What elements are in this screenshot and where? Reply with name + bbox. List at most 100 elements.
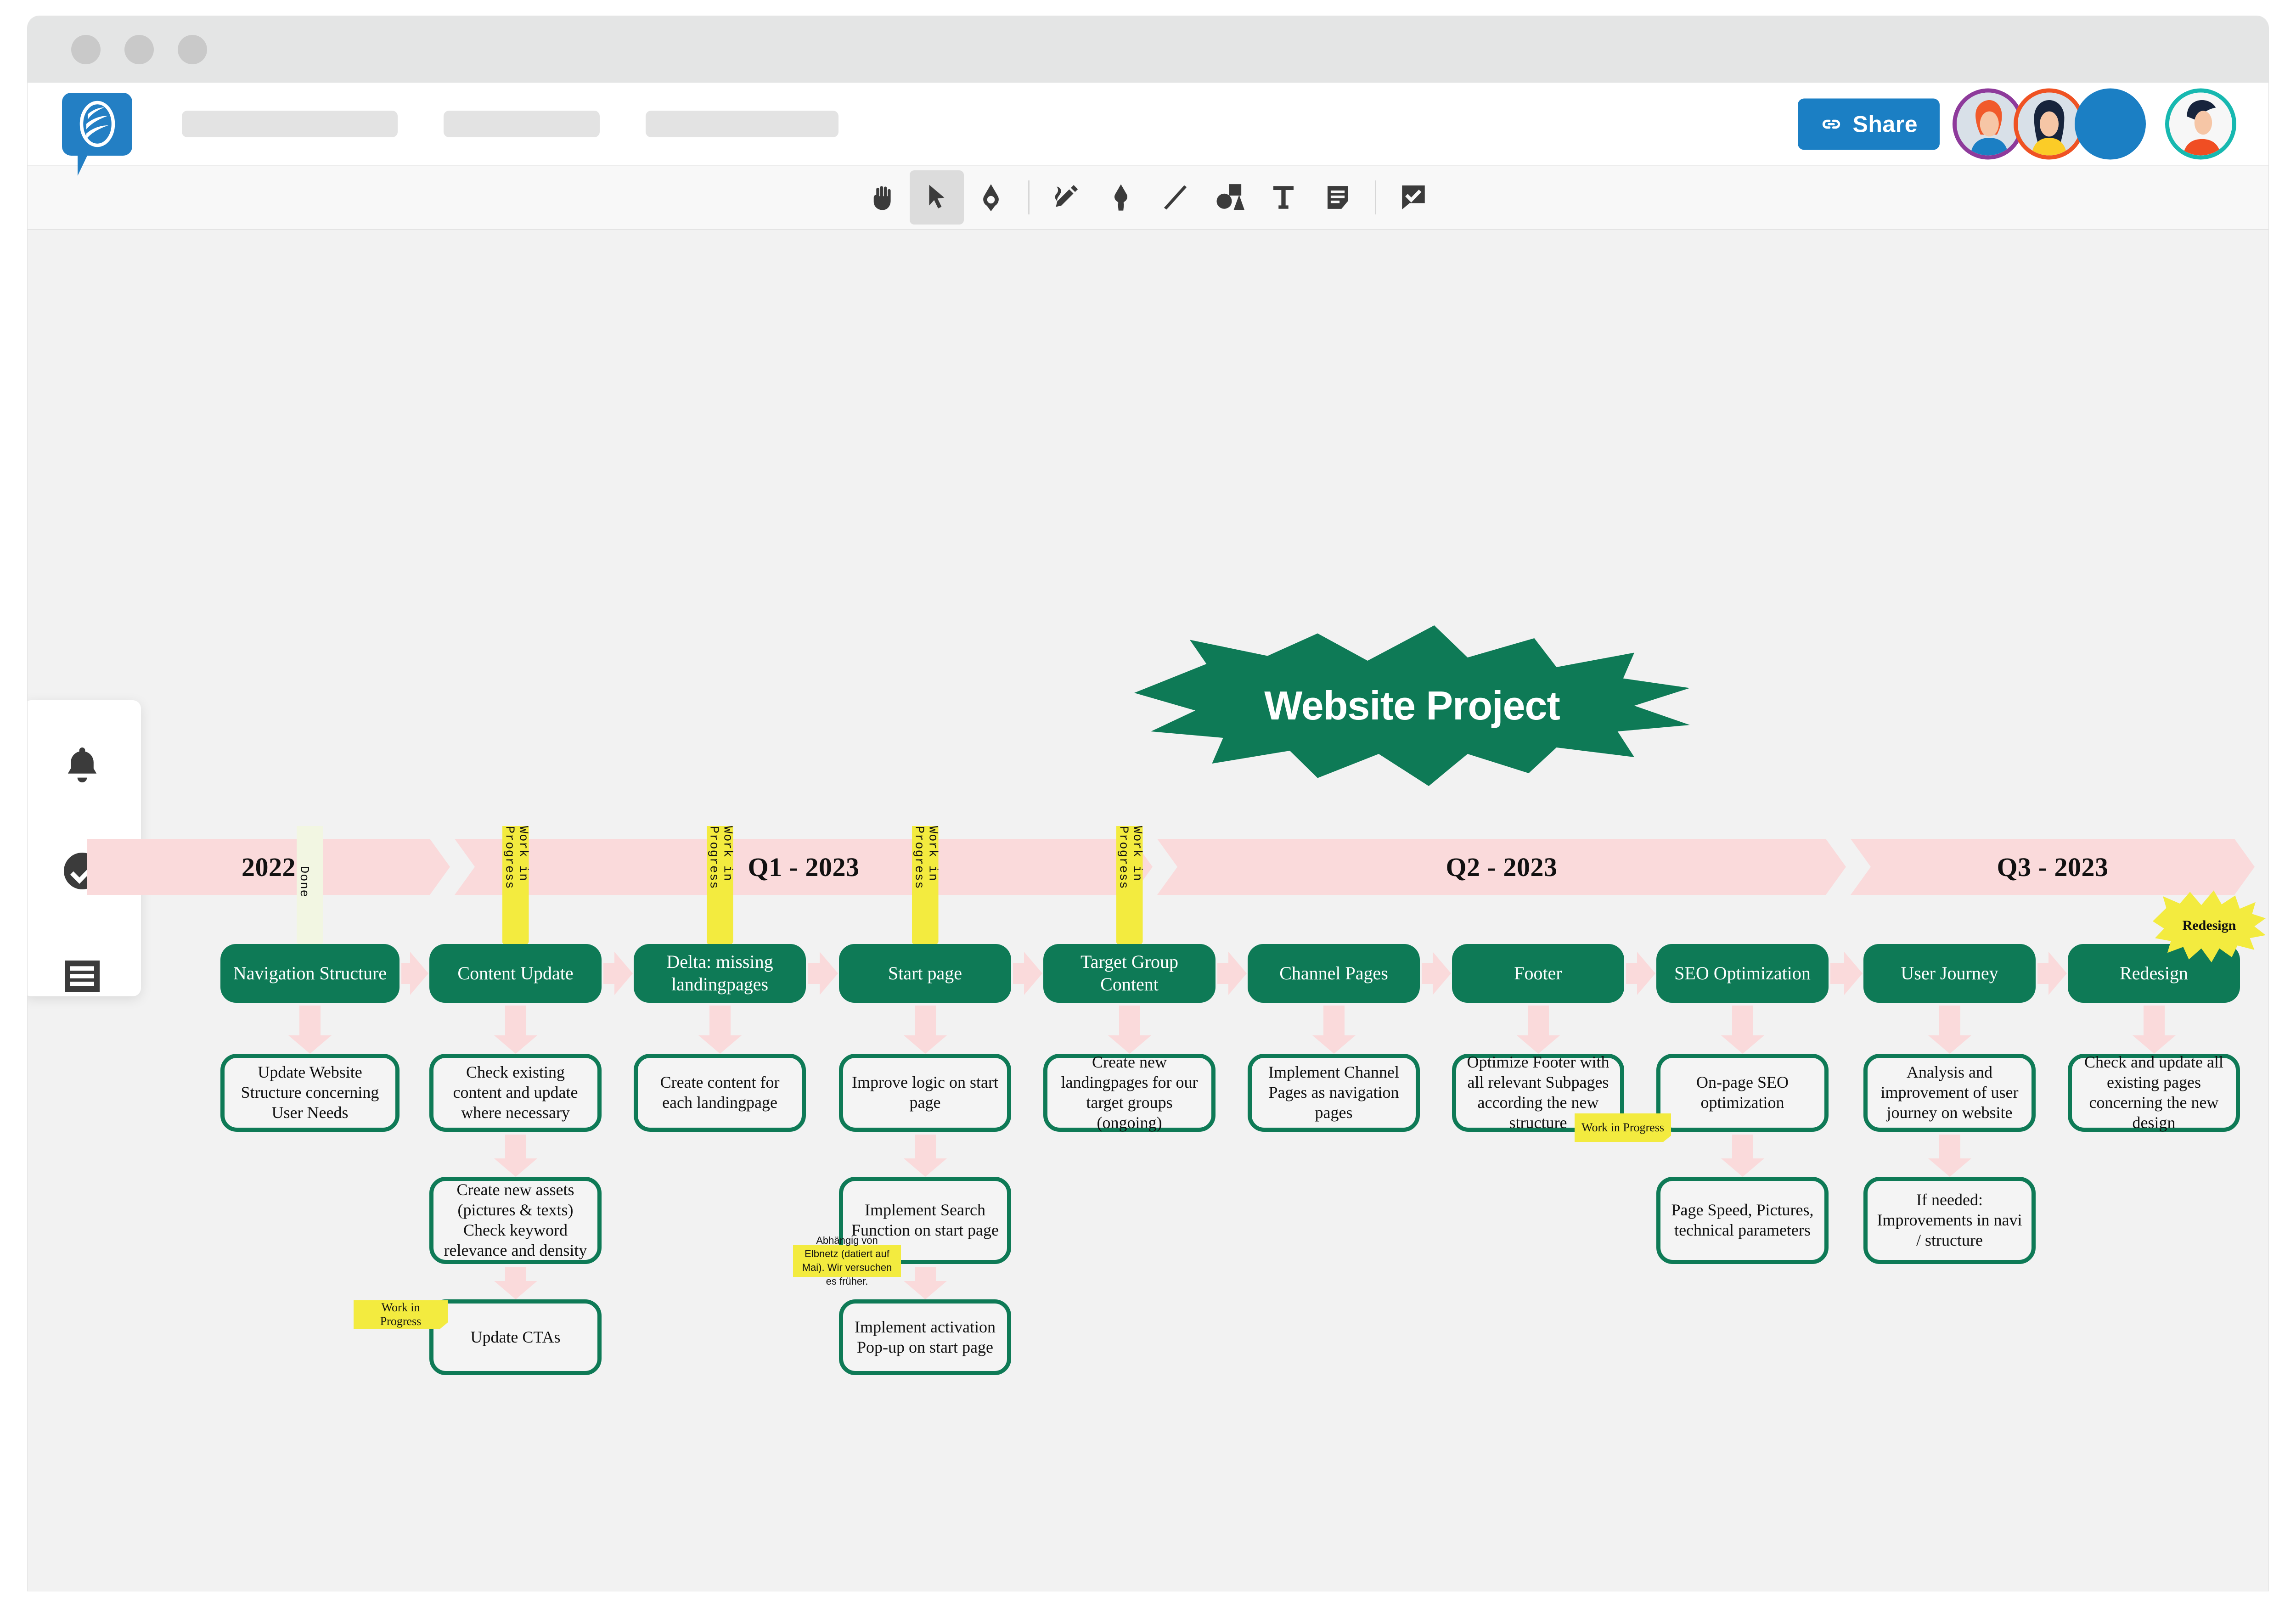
step-node[interactable]: Check existing content and update where … xyxy=(429,1054,602,1132)
pencil-icon xyxy=(1055,185,1078,207)
step-node-label: Page Speed, Pictures, technical paramete… xyxy=(1671,1201,1814,1239)
step-node[interactable]: Update CTAs xyxy=(429,1299,602,1375)
step-connector-arrow xyxy=(2143,1006,2165,1035)
window-titlebar xyxy=(28,16,2268,83)
shape-tool-button[interactable] xyxy=(964,170,1018,225)
step-node-label: Implement Channel Pages as navigation pa… xyxy=(1268,1063,1399,1122)
phase-node-label: Target Group Content xyxy=(1080,951,1179,995)
status-flag-label: Work in Progress xyxy=(1116,826,1144,889)
status-flag-navigation-structure[interactable]: Done xyxy=(297,826,323,961)
step-node[interactable]: On-page SEO optimization xyxy=(1656,1054,1829,1132)
phase-node-label: SEO Optimization xyxy=(1674,962,1811,983)
phase-node-label: Footer xyxy=(1514,962,1562,983)
line-tool-button[interactable] xyxy=(1148,170,1202,225)
step-node-label: Improve logic on start page xyxy=(852,1073,998,1112)
step-node[interactable]: Implement activation Pop-up on start pag… xyxy=(839,1299,1011,1375)
conceptboard-logo[interactable] xyxy=(62,92,132,176)
text-tool-button[interactable] xyxy=(1256,170,1311,225)
pencil-tool-button[interactable] xyxy=(1040,170,1094,225)
share-button-label: Share xyxy=(1852,111,1918,137)
sticky-note-tool-button[interactable] xyxy=(1311,170,1365,225)
status-flag-content-update[interactable]: Work in Progress xyxy=(502,826,529,961)
board-title-burst[interactable]: Website Project xyxy=(1134,625,1690,786)
timeline-segment[interactable]: 2022 xyxy=(87,839,450,895)
board-canvas[interactable]: Website Project 2022 Q1 - 2023 Q2 - 2023 Q3… xyxy=(28,230,2268,1591)
step-connector-arrow xyxy=(914,1267,936,1281)
highlighter-tool-button[interactable] xyxy=(1094,170,1148,225)
step-connector-arrow xyxy=(1939,1135,1960,1158)
app-header-actions: Share xyxy=(1797,88,2236,160)
avatar-current-user[interactable] xyxy=(2165,88,2236,160)
phase-node-content-update[interactable]: Content Update xyxy=(429,944,602,1003)
step-node[interactable]: Page Speed, Pictures, technical paramete… xyxy=(1656,1177,1829,1264)
browser-window: Share Website Project 2022 Q1 - 2023 Q2 … xyxy=(28,16,2268,1591)
status-flag-start-page[interactable]: Work in Progress xyxy=(912,826,939,961)
phase-node-label: Delta: missing landingpages xyxy=(666,951,773,995)
step-node[interactable]: Update Website Structure concerning User… xyxy=(220,1054,400,1132)
nav-placeholder-1[interactable] xyxy=(182,111,398,137)
window-maximize-button[interactable] xyxy=(178,34,207,64)
step-node[interactable]: Check and update all existing pages conc… xyxy=(2068,1053,2240,1132)
phase-node-start-page[interactable]: Start page xyxy=(839,944,1011,1003)
menu-list-icon[interactable] xyxy=(60,954,104,1000)
status-sticky-note[interactable]: Work in Progress xyxy=(354,1300,448,1329)
share-button[interactable]: Share xyxy=(1797,98,1940,150)
status-flag-target-group-content[interactable]: Work in Progress xyxy=(1116,826,1143,961)
phase-node-label: Start page xyxy=(888,962,962,983)
phase-node-channel-pages[interactable]: Channel Pages xyxy=(1248,944,1420,1003)
phase-node-delta-missing-landingpages[interactable]: Delta: missing landingpages xyxy=(634,944,806,1003)
step-node[interactable]: Create content for each landingpage xyxy=(634,1054,806,1132)
step-node[interactable]: Implement Channel Pages as navigation pa… xyxy=(1248,1054,1420,1132)
avatar-user-3[interactable] xyxy=(2075,88,2146,160)
step-node[interactable]: If needed: Improvements in navi / struct… xyxy=(1863,1177,2036,1264)
avatar-user-1[interactable] xyxy=(1953,88,2024,160)
status-flag-label: Work in Progress xyxy=(502,826,530,889)
phase-connector-arrow xyxy=(2037,963,2048,984)
comment-tool-button[interactable] xyxy=(1386,170,1441,225)
nav-placeholder-3[interactable] xyxy=(646,111,838,137)
step-node[interactable]: Create new landingpages for our target g… xyxy=(1043,1053,1216,1132)
image-icon xyxy=(1216,184,1244,210)
comment-check-icon xyxy=(1402,185,1425,210)
window-minimize-button[interactable] xyxy=(124,34,154,64)
phase-node-user-journey[interactable]: User Journey xyxy=(1863,944,2036,1003)
phase-connector-arrow xyxy=(1013,963,1024,984)
step-connector-arrow xyxy=(914,1135,936,1158)
redesign-burst[interactable]: Redesign xyxy=(2153,889,2266,962)
status-sticky-note[interactable]: Work in Progress xyxy=(1575,1113,1671,1142)
phase-node-target-group-content[interactable]: Target Group Content xyxy=(1043,944,1216,1003)
status-flag-label: Done xyxy=(297,866,310,898)
phase-connector-arrow xyxy=(1217,963,1228,984)
redesign-burst-label: Redesign xyxy=(2182,918,2236,933)
dependency-sticky-note[interactable]: Abhängig von Elbnetz (datiert auf Mai). … xyxy=(793,1235,901,1287)
step-node[interactable]: Improve logic on start page xyxy=(839,1054,1011,1132)
timeline-segment[interactable]: Q3 - 2023 xyxy=(1851,839,2255,895)
step-connector-arrow xyxy=(709,1006,731,1035)
nav-placeholder-2[interactable] xyxy=(444,111,600,137)
phase-connector-arrow xyxy=(1626,963,1637,984)
step-node[interactable]: Create new assets (pictures & texts) Che… xyxy=(429,1177,602,1264)
step-connector-arrow xyxy=(1527,1006,1549,1035)
phase-connector-arrow xyxy=(1422,963,1433,984)
step-connector-arrow xyxy=(505,1006,526,1035)
hand-tool-button[interactable] xyxy=(855,170,910,225)
phase-node-seo-optimization[interactable]: SEO Optimization xyxy=(1656,944,1829,1003)
image-tool-button[interactable] xyxy=(1202,170,1256,225)
notifications-icon[interactable] xyxy=(60,744,104,790)
avatar-user-2[interactable] xyxy=(2014,88,2085,160)
phase-node-footer[interactable]: Footer xyxy=(1452,944,1624,1003)
step-node-label: Analysis and improvement of user journey… xyxy=(1880,1063,2019,1122)
app-header: Share xyxy=(28,83,2268,176)
link-icon xyxy=(1822,119,1840,129)
timeline-segment-label: Q1 - 2023 xyxy=(748,852,860,882)
phase-node-label: Content Update xyxy=(457,962,574,983)
phase-connector-arrow xyxy=(401,963,410,984)
canvas-toolbar xyxy=(28,165,2268,230)
step-node[interactable]: Analysis and improvement of user journey… xyxy=(1863,1054,2036,1132)
window-close-button[interactable] xyxy=(71,34,101,64)
timeline-segment[interactable]: Q1 - 2023 xyxy=(455,839,1153,895)
phase-node-navigation-structure[interactable]: Navigation Structure xyxy=(220,944,400,1003)
status-flag-delta-missing-landingpages[interactable]: Work in Progress xyxy=(707,826,733,961)
select-tool-button[interactable] xyxy=(910,170,964,225)
timeline-segment[interactable]: Q2 - 2023 xyxy=(1157,839,1846,895)
